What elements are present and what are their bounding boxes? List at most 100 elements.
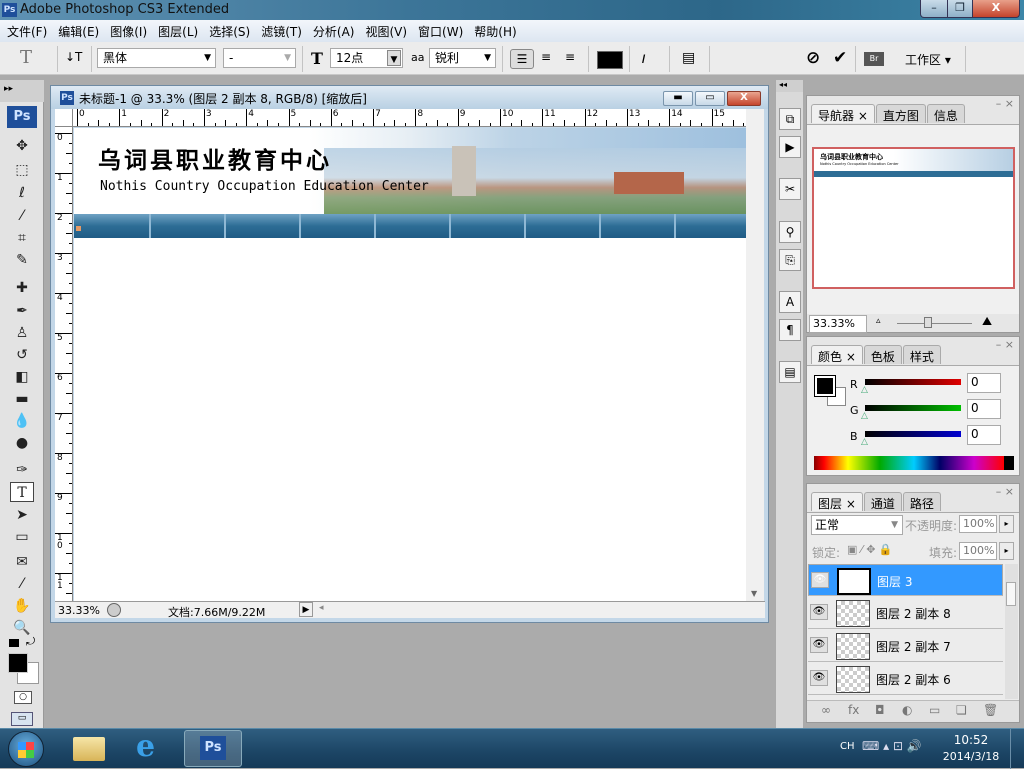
zoom-in-icon[interactable]: ⛰ [982,314,992,329]
channel-slider-g[interactable] [865,405,961,411]
font-size-select[interactable]: 12点 ▼ [330,48,403,68]
ruler-vertical[interactable]: 0 1 2 3 4 5 6 7 8 9 10 11 [55,127,73,601]
menu-filter[interactable]: 滤镜(T) [254,20,306,40]
menu-select[interactable]: 选择(S) [202,20,254,40]
tool-presets-icon[interactable]: ✂ [779,178,801,200]
zoom-level[interactable]: 33.33% [58,604,100,617]
document-title-bar[interactable]: Ps 未标题-1 @ 33.3% (图层 2 副本 8, RGB/8) [缩放后… [51,86,768,109]
tool-preset-picker[interactable]: T [20,47,32,68]
text-color-swatch[interactable] [597,51,623,69]
taskbar-explorer-icon[interactable] [73,737,105,761]
layer-row[interactable]: 👁 图层 2 副本 8 [808,597,1003,629]
gradient-tool-icon[interactable]: ▬ [10,389,34,409]
visibility-eye-icon[interactable]: 👁 [810,637,828,653]
tab-channels[interactable]: 通道 [863,492,902,511]
hand-tool-icon[interactable]: ✋ [10,596,34,616]
lasso-tool-icon[interactable]: ℓ [10,183,34,203]
slider-handle-icon[interactable]: △ [861,437,868,447]
quick-mask-icon[interactable]: ○ [14,691,32,704]
crop-tool-icon[interactable]: ⌗ [10,228,34,248]
screen-mode-icon[interactable]: ▭ [11,712,33,726]
default-colors-icon[interactable] [9,639,19,647]
restore-button[interactable]: ❐ [947,0,973,18]
dock-expand-icon[interactable]: ◂◂ [776,80,803,92]
zoom-slider[interactable] [897,323,972,324]
navigator-preview[interactable]: 乌词县职业教育中心 Nothis Country Occupation Educ… [812,147,1015,289]
menu-help[interactable]: 帮助(H) [467,20,520,40]
eraser-tool-icon[interactable]: ◧ [10,367,34,387]
dodge-tool-icon[interactable]: ● [10,433,34,453]
menu-analysis[interactable]: 分析(A) [306,20,359,40]
language-indicator[interactable]: CH [840,741,855,752]
blend-mode-select[interactable]: 正常 ▼ [811,515,903,535]
font-style-select[interactable]: - ▼ [223,48,296,68]
status-menu-arrow-icon[interactable]: ▶ [299,602,313,617]
history-icon[interactable]: ⧉ [779,108,801,130]
channel-value-g[interactable]: 0 [967,399,1001,419]
fill-input[interactable]: 100% [959,542,997,560]
layer-row[interactable]: 👁 图层 2 副本 7 [808,630,1003,662]
align-center-button[interactable]: ≡ [538,50,554,64]
clock-time[interactable]: 10:52 [940,733,1002,747]
healing-brush-tool-icon[interactable]: ✚ [10,278,34,298]
tab-paths[interactable]: 路径 [902,492,941,511]
tab-swatches[interactable]: 色板 [863,345,902,364]
tray-icons[interactable]: ⌨ ▴ ⊡ 🔊 [862,739,922,753]
eyedropper-tool-icon[interactable]: ⁄ [10,574,34,594]
visibility-eye-icon[interactable]: 👁 [810,604,828,620]
tab-histogram[interactable]: 直方图 [875,104,926,123]
clone-source-icon[interactable]: ⎘ [779,249,801,271]
zoom-out-icon[interactable]: ▵ [876,316,881,326]
character-icon[interactable]: A [779,291,801,313]
pen-tool-icon[interactable]: ✑ [10,460,34,480]
status-clock-icon[interactable] [107,603,121,617]
brush-tool-icon[interactable]: ✒ [10,301,34,321]
delete-layer-icon[interactable]: 🗑 [983,703,998,717]
panel-close-icon[interactable]: – × [996,485,1014,498]
bridge-icon[interactable]: Br [864,52,884,66]
magic-wand-tool-icon[interactable]: ⁄ [10,206,34,226]
commit-icon[interactable]: ✔ [833,48,847,68]
taskbar-ie-icon[interactable]: e [136,729,155,764]
link-layers-icon[interactable]: ∞ [821,703,831,717]
channel-slider-r[interactable] [865,379,961,385]
taskbar-photoshop-button[interactable]: Ps [184,730,242,767]
layer-mask-icon[interactable]: ◘ [875,703,885,717]
workspace-menu[interactable]: 工作区 ▾ [905,51,951,68]
menu-edit[interactable]: 编辑(E) [51,20,103,40]
tab-navigator[interactable]: 导航器 × [811,104,875,123]
new-group-icon[interactable]: ▭ [929,703,940,717]
warp-text-icon[interactable]: 𝚤 [641,48,645,68]
blur-tool-icon[interactable]: 💧 [10,411,34,431]
menu-window[interactable]: 窗口(W) [411,20,467,40]
channel-slider-b[interactable] [865,431,961,437]
adjustment-layer-icon[interactable]: ◐ [902,703,912,717]
lock-icons[interactable]: ▣ ⁄ ✥ 🔒 [847,543,893,556]
channel-value-r[interactable]: 0 [967,373,1001,393]
ruler-horizontal[interactable]: 0 1 2 3 4 5 6 7 8 9 10 11 12 13 14 15 [73,109,746,127]
path-selection-tool-icon[interactable]: ➤ [10,505,34,525]
opacity-arrow-icon[interactable]: ▸ [999,515,1014,533]
fill-arrow-icon[interactable]: ▸ [999,542,1014,560]
menu-view[interactable]: 视图(V) [358,20,411,40]
channel-value-b[interactable]: 0 [967,425,1001,445]
zoom-slider-handle[interactable] [924,317,932,328]
visibility-eye-icon[interactable]: 👁 [810,670,828,686]
ruler-origin[interactable] [55,109,73,127]
canvas[interactable]: 乌词县职业教育中心 Nothis Country Occupation Educ… [74,128,746,601]
actions-icon[interactable]: ▶ [779,136,801,158]
layers-scrollbar[interactable] [1005,564,1018,699]
align-left-button[interactable]: ☰ [510,49,534,69]
tab-info[interactable]: 信息 [926,104,965,123]
minimize-button[interactable]: – [920,0,948,18]
marquee-tool-icon[interactable]: ⬚ [10,160,34,180]
doc-minimize-button[interactable]: ▬ [663,91,693,106]
align-right-button[interactable]: ≡ [562,50,578,64]
move-tool-icon[interactable]: ✥ [10,136,34,156]
layer-style-icon[interactable]: fx [848,703,859,717]
tab-styles[interactable]: 样式 [902,345,941,364]
new-layer-icon[interactable]: ❏ [956,703,967,717]
font-family-select[interactable]: 黑体 ▼ [97,48,216,68]
slider-handle-icon[interactable]: △ [861,411,868,421]
panel-close-icon[interactable]: – × [996,97,1014,110]
